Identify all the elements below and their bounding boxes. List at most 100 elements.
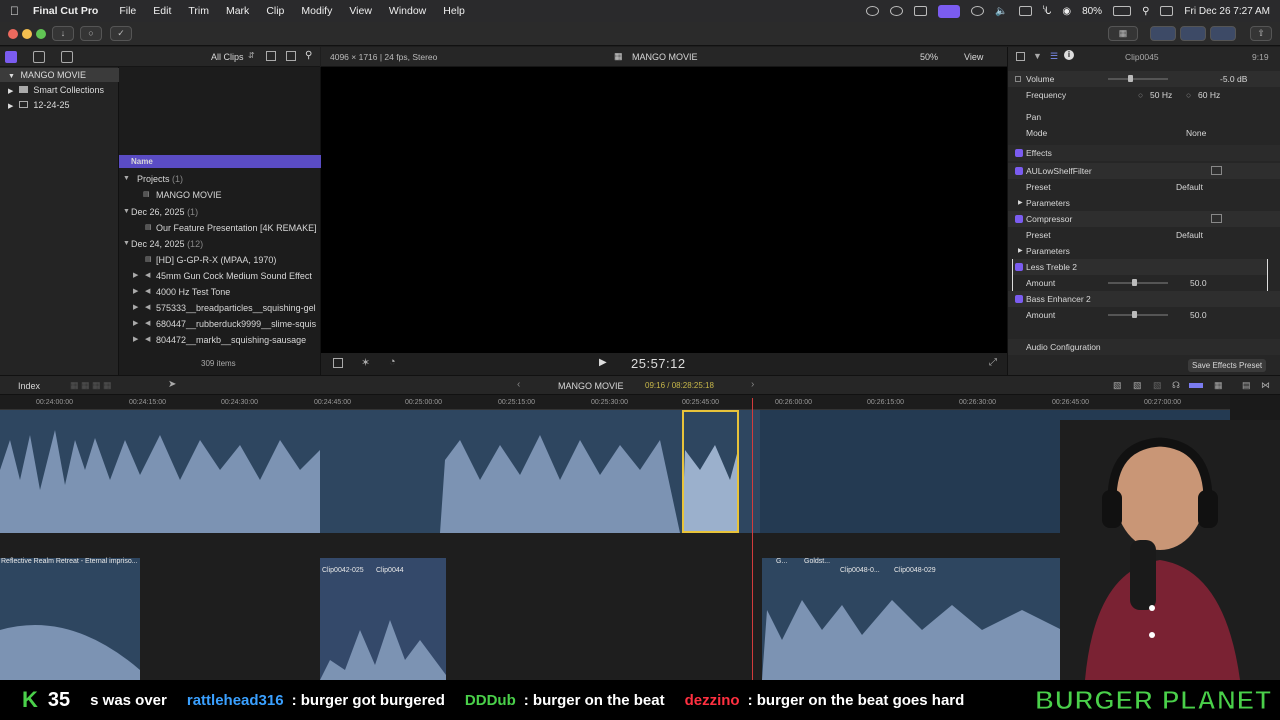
disclosure-right-icon[interactable]: ▶ [1018, 243, 1023, 259]
timeline-area[interactable]: Reflective Realm Retreat - Eternal impri… [0, 410, 1230, 680]
speed-icon[interactable]: ◔ [389, 356, 396, 368]
effect-checkbox[interactable] [1015, 295, 1023, 303]
clip-filter[interactable]: All Clips [211, 52, 244, 62]
info-inspector-icon[interactable]: i [1064, 50, 1074, 60]
snapping-icon[interactable]: ▧ [1113, 380, 1122, 391]
skimming-icon[interactable]: ▧ [1133, 380, 1142, 391]
list-view-icon[interactable] [266, 51, 276, 61]
keyword-icon[interactable]: ○ [80, 26, 102, 41]
grid-icon[interactable] [890, 6, 904, 16]
transitions-icon[interactable]: ⋈ [1261, 380, 1270, 391]
menu-mark[interactable]: Mark [226, 5, 249, 17]
audio-skimming-icon[interactable]: ▧ [1153, 380, 1162, 391]
menu-window[interactable]: Window [389, 5, 426, 17]
timecode-display[interactable]: 25:57:12 [631, 356, 686, 371]
save-effects-preset-button[interactable]: Save Effects Preset [1188, 359, 1267, 372]
disclosure-right-icon[interactable]: ▶ [133, 332, 138, 348]
menu-view[interactable]: View [349, 5, 372, 17]
parameters-row[interactable]: ▶ Parameters [1008, 243, 1280, 259]
browser-group-row[interactable]: ▼ Projects (1) [119, 171, 321, 187]
zoom-button[interactable] [36, 29, 46, 39]
disclosure-right-icon[interactable]: ▶ [133, 268, 138, 284]
browser-audio-row[interactable]: ▶ ◀ 575333__breadparticles__squishing-gel [119, 300, 321, 316]
disclosure-right-icon[interactable]: ▶ [133, 316, 138, 332]
library-root[interactable]: ▼ MANGO MOVIE [0, 68, 119, 82]
radio-icon[interactable]: ○ [1138, 87, 1143, 103]
name-column-header[interactable]: Name [119, 155, 321, 168]
wifi-icon[interactable]: ◉ [1062, 6, 1071, 17]
disclosure-right-icon[interactable]: ▶ [8, 88, 13, 95]
volume-slider[interactable] [1108, 78, 1168, 80]
discord-icon[interactable] [914, 6, 928, 16]
menu-file[interactable]: File [119, 5, 136, 17]
control-center-icon[interactable] [1160, 6, 1174, 16]
clip-appearance-icon[interactable]: ▦ [1214, 380, 1223, 391]
menu-edit[interactable]: Edit [153, 5, 171, 17]
volume-icon[interactable]: 🔈 [995, 6, 1007, 17]
volume-slider-knob[interactable] [1128, 75, 1133, 82]
timeline-project-name[interactable]: MANGO MOVIE [558, 381, 624, 391]
clock[interactable]: Fri Dec 26 7:27 AM [1184, 6, 1270, 17]
forward-arrow-icon[interactable]: › [751, 379, 754, 390]
browser-clip-row[interactable]: ▤ Our Feature Presentation [4K REMAKE] [119, 220, 321, 236]
browser-audio-row[interactable]: ▶ ◀ 4000 Hz Test Tone [119, 284, 321, 300]
frequency-60hz[interactable]: 60 Hz [1198, 87, 1220, 103]
browser-project-row[interactable]: ▤ MANGO MOVIE [119, 187, 321, 203]
select-tool-icon[interactable]: ➤ [168, 379, 176, 390]
audio-inspector-icon[interactable]: ☰ [1050, 51, 1058, 62]
volume-value[interactable]: -5.0 dB [1220, 71, 1247, 87]
close-button[interactable] [8, 29, 18, 39]
disclosure-right-icon[interactable]: ▶ [133, 300, 138, 316]
crop-icon[interactable] [333, 358, 343, 368]
connected-clip[interactable]: Clip0042-025 Clip0044 [320, 558, 446, 680]
music-clip[interactable]: Reflective Realm Retreat - Eternal impri… [0, 558, 140, 680]
disclosure-right-icon[interactable]: ▶ [1018, 195, 1023, 211]
frequency-50hz[interactable]: 50 Hz [1150, 87, 1172, 103]
search-icon[interactable]: ⚲ [305, 50, 312, 61]
disclosure-down-icon[interactable]: ▼ [123, 236, 130, 252]
view-menu[interactable]: View [964, 52, 983, 62]
record-icon[interactable] [866, 6, 880, 16]
disclosure-down-icon[interactable]: ▼ [123, 204, 130, 220]
pan-mode-select[interactable]: None [1186, 125, 1206, 141]
solo-icon[interactable] [1189, 383, 1203, 388]
fullscreen-icon[interactable]: ⤢ [989, 357, 997, 368]
disclosure-down-icon[interactable]: ▼ [8, 73, 15, 80]
amount-slider[interactable] [1108, 282, 1168, 284]
import-icon[interactable]: ↓ [52, 26, 74, 41]
filter-chevron-icon[interactable]: ⇵ [248, 51, 255, 60]
video-inspector-icon[interactable] [1016, 52, 1025, 61]
disclosure-right-icon[interactable]: ▶ [133, 284, 138, 300]
browser-group-row[interactable]: ▼ Dec 24, 2025 (12) [119, 236, 321, 252]
preset-select[interactable]: Default [1176, 179, 1203, 195]
menu-modify[interactable]: Modify [301, 5, 332, 17]
radio-icon[interactable]: ○ [1186, 87, 1191, 103]
photos-icon[interactable] [33, 51, 45, 63]
volume-reset-icon[interactable] [1015, 76, 1021, 82]
browser-clip-row[interactable]: ▤ [HD] G-GP-R-X (MPAA, 1970) [119, 252, 321, 268]
video-viewer[interactable] [321, 67, 1007, 375]
menu-clip[interactable]: Clip [266, 5, 284, 17]
effect-editor-icon[interactable] [1211, 166, 1222, 175]
connected-clip[interactable]: G... Goldst... Clip0048-0... Clip0048-02… [762, 558, 1062, 680]
enhance-icon[interactable]: ✶ [361, 356, 370, 369]
layout-browser-icon[interactable] [1150, 26, 1176, 41]
back-arrow-icon[interactable]: ‹ [517, 379, 520, 390]
browser-audio-row[interactable]: ▶ ◀ 804472__markb__squishing-sausage [119, 332, 321, 348]
amount-slider-knob[interactable] [1132, 311, 1137, 318]
minimize-button[interactable] [22, 29, 32, 39]
play-icon[interactable]: ▶ [599, 357, 607, 368]
effects-browser-icon[interactable]: ▤ [1242, 380, 1251, 391]
amount-value[interactable]: 50.0 [1190, 307, 1207, 323]
library-item-event[interactable]: ▶ 12-24-25 [0, 98, 119, 112]
display-icon[interactable] [1018, 6, 1032, 16]
amount-slider-knob[interactable] [1132, 279, 1137, 286]
titles-icon[interactable] [61, 51, 73, 63]
menu-help[interactable]: Help [443, 5, 465, 17]
effect-checkbox[interactable] [1015, 263, 1023, 271]
timeline-ruler[interactable]: 00:24:00:00 00:24:15:00 00:24:30:00 00:2… [0, 395, 1230, 410]
effect-checkbox[interactable] [1015, 215, 1023, 223]
selected-clip-outline[interactable] [682, 410, 739, 533]
zoom-menu[interactable]: 50% [920, 52, 938, 62]
playhead[interactable] [752, 398, 753, 680]
